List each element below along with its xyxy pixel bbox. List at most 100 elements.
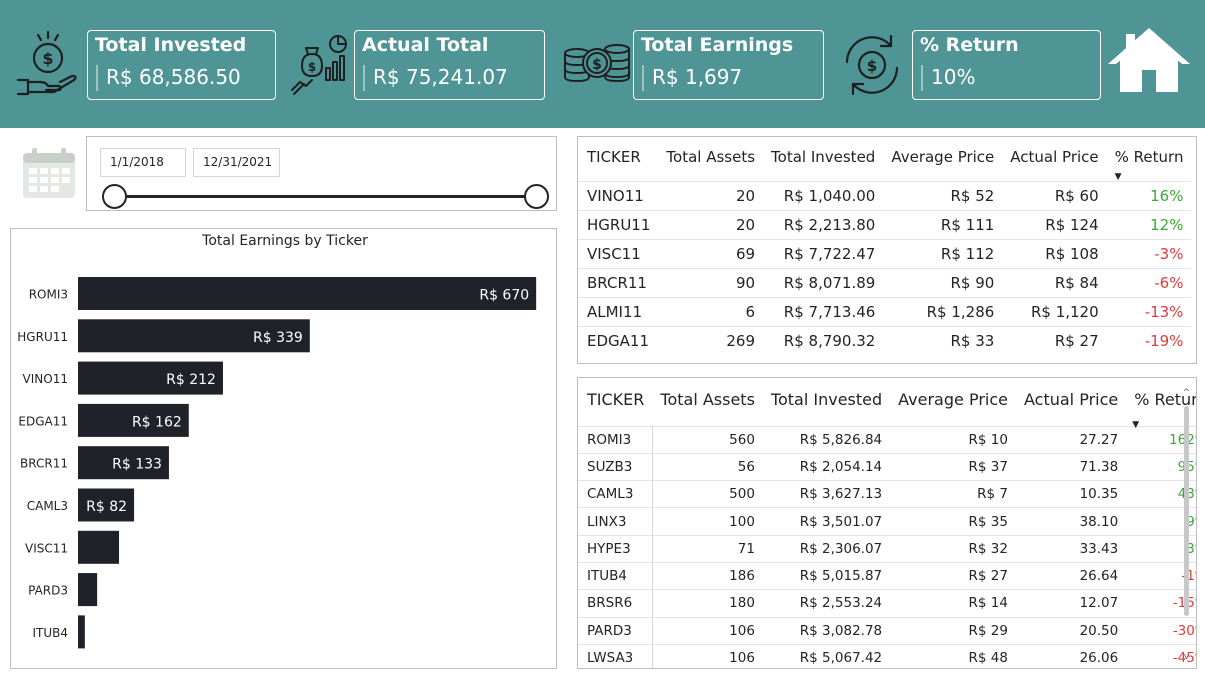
category-tick-label: HGRU11 bbox=[17, 330, 68, 344]
table-row[interactable]: SUZB356R$ 2,054.14R$ 3771.3895% bbox=[578, 452, 1196, 481]
scroll-up-icon[interactable]: ^ bbox=[1182, 388, 1191, 398]
cell-average-price: R$ 29 bbox=[890, 616, 1016, 645]
table-row[interactable]: VINO11 20 R$ 1,040.00 R$ 52 R$ 60 16% bbox=[578, 180, 1192, 210]
cell-actual-price: 26.64 bbox=[1015, 561, 1127, 590]
column-header-actual-price[interactable]: Actual Price bbox=[1016, 390, 1126, 426]
cell-total-invested: R$ 2,213.80 bbox=[763, 209, 884, 239]
table-row[interactable]: ROMI3560R$ 5,826.84R$ 1027.27162% bbox=[578, 425, 1196, 454]
cell-average-price: R$ 10 bbox=[890, 425, 1016, 454]
bar[interactable] bbox=[78, 615, 85, 649]
table-row[interactable]: ITUB4186R$ 5,015.87R$ 2726.64-1% bbox=[578, 561, 1196, 590]
scroll-down-icon[interactable]: v bbox=[1182, 652, 1191, 662]
cell-ticker: ITUB4 bbox=[578, 561, 653, 590]
bar[interactable] bbox=[78, 277, 537, 310]
cell-total-assets: 269 bbox=[658, 325, 764, 355]
cell-ticker: SUZB3 bbox=[578, 452, 653, 481]
card-title: Total Earnings bbox=[641, 34, 794, 56]
cell-total-invested: R$ 3,627.13 bbox=[762, 480, 891, 508]
cell-ticker: BRCR11 bbox=[578, 267, 659, 297]
cell-total-assets: 20 bbox=[658, 209, 764, 239]
cell-total-assets: 186 bbox=[652, 561, 763, 590]
total-invested-card: Total Invested R$ 68,586.50 bbox=[87, 30, 276, 100]
table-row[interactable]: CAML3500R$ 3,627.13R$ 710.3543% bbox=[578, 480, 1196, 508]
start-slider-handle[interactable] bbox=[102, 184, 127, 209]
column-header-ticker[interactable]: TICKER bbox=[578, 390, 652, 426]
cell-average-price: R$ 33 bbox=[883, 325, 1003, 355]
actual-total-card: Actual Total R$ 75,241.07 bbox=[354, 30, 545, 100]
cell-return: 12% bbox=[1106, 209, 1192, 239]
cell-return: -13% bbox=[1106, 296, 1192, 326]
cell-ticker: BRSR6 bbox=[578, 589, 653, 618]
table-row[interactable]: HGRU11 20 R$ 2,213.80 R$ 111 R$ 124 12% bbox=[578, 209, 1192, 239]
cell-total-assets: 500 bbox=[652, 480, 763, 508]
category-tick-label: PARD3 bbox=[28, 584, 68, 598]
card-divider bbox=[921, 65, 923, 91]
table-row[interactable]: ALMI11 6 R$ 7,713.46 R$ 1,286 R$ 1,120 -13% bbox=[578, 296, 1192, 326]
table-row[interactable]: EDGA11 269 R$ 8,790.32 R$ 33 R$ 27 -19% bbox=[578, 325, 1192, 355]
table-row[interactable]: LWSA3106R$ 5,067.42R$ 4826.06-45% bbox=[578, 643, 1196, 668]
bar[interactable] bbox=[78, 573, 98, 607]
table-scrollbar[interactable]: ^ v bbox=[1182, 388, 1191, 662]
coin-stack-icon: $ bbox=[563, 37, 631, 85]
cell-return: 16% bbox=[1106, 180, 1192, 210]
cell-actual-price: R$ 124 bbox=[1002, 209, 1107, 239]
bar-data-label: R$ 162 bbox=[132, 414, 182, 430]
home-icon[interactable] bbox=[1106, 26, 1192, 98]
cell-total-assets: 106 bbox=[652, 643, 763, 668]
column-header-total-invested[interactable]: Total Invested bbox=[763, 147, 883, 181]
table-row[interactable]: BRSR6180R$ 2,553.24R$ 1412.07-15% bbox=[578, 589, 1196, 618]
table-row[interactable]: HYPE371R$ 2,306.07R$ 3233.433% bbox=[578, 534, 1196, 563]
date-slider-track[interactable] bbox=[114, 195, 536, 198]
end-slider-handle[interactable] bbox=[524, 184, 549, 209]
money-cycle-icon: $ bbox=[839, 32, 905, 98]
cell-ticker: EDGA11 bbox=[578, 325, 659, 355]
column-header-total-assets[interactable]: Total Assets bbox=[658, 147, 763, 181]
table-row[interactable]: PARD3106R$ 3,082.78R$ 2920.50-30% bbox=[578, 616, 1196, 645]
card-value: R$ 1,697 bbox=[652, 65, 743, 89]
cell-total-assets: 180 bbox=[652, 589, 763, 618]
column-header-actual-price[interactable]: Actual Price bbox=[1002, 147, 1106, 181]
card-title: Total Invested bbox=[95, 34, 247, 56]
cell-total-assets: 20 bbox=[658, 180, 764, 210]
calendar-icon bbox=[22, 147, 76, 203]
cell-total-assets: 56 bbox=[652, 452, 763, 481]
card-value: 10% bbox=[931, 65, 976, 89]
sort-descending-icon: ▼ bbox=[1132, 419, 1140, 430]
table-row[interactable]: BRCR11 90 R$ 8,071.89 R$ 90 R$ 84 -6% bbox=[578, 267, 1192, 297]
cell-return: -19% bbox=[1106, 325, 1192, 355]
cell-actual-price: R$ 108 bbox=[1002, 238, 1107, 268]
cell-total-invested: R$ 2,306.07 bbox=[762, 534, 891, 563]
table-header-row: TICKER Total Assets Total Invested Avera… bbox=[578, 390, 1196, 430]
column-header-return[interactable]: % Return ▼ bbox=[1107, 147, 1192, 182]
column-header-total-assets[interactable]: Total Assets bbox=[652, 390, 763, 426]
bar[interactable] bbox=[78, 530, 120, 564]
category-tick-label: BRCR11 bbox=[20, 457, 68, 471]
cell-actual-price: 12.07 bbox=[1015, 589, 1127, 618]
end-date-input[interactable]: 12/31/2021 bbox=[193, 148, 280, 177]
table-row[interactable]: LINX3100R$ 3,501.07R$ 3538.109% bbox=[578, 507, 1196, 536]
table-row[interactable]: VISC11 69 R$ 7,722.47 R$ 112 R$ 108 -3% bbox=[578, 238, 1192, 268]
cell-average-price: R$ 52 bbox=[883, 180, 1003, 210]
category-tick-label: EDGA11 bbox=[18, 414, 68, 428]
cell-return: -3% bbox=[1106, 238, 1192, 268]
fii-table: TICKER Total Assets Total Invested Avera… bbox=[577, 136, 1197, 364]
cell-ticker: VINO11 bbox=[578, 180, 659, 210]
cell-average-price: R$ 111 bbox=[883, 209, 1003, 239]
start-date-input[interactable]: 1/1/2018 bbox=[100, 148, 186, 177]
cell-total-assets: 100 bbox=[652, 507, 763, 536]
cell-average-price: R$ 48 bbox=[890, 643, 1016, 668]
column-header-average-price[interactable]: Average Price bbox=[883, 147, 1002, 181]
cell-average-price: R$ 27 bbox=[890, 561, 1016, 590]
cell-total-invested: R$ 2,054.14 bbox=[762, 452, 891, 481]
column-header-ticker[interactable]: TICKER bbox=[578, 147, 658, 181]
earnings-chart: Total Earnings by Ticker ROMI3 R$ 670 HGRU… bbox=[10, 228, 557, 669]
category-tick-label: VISC11 bbox=[25, 541, 68, 555]
column-header-average-price[interactable]: Average Price bbox=[890, 390, 1016, 426]
category-tick-label: VINO11 bbox=[23, 372, 68, 386]
cell-total-invested: R$ 2,553.24 bbox=[762, 589, 891, 618]
scrollbar-thumb[interactable] bbox=[1184, 406, 1189, 616]
svg-text:$: $ bbox=[592, 57, 602, 73]
column-header-label: % Return bbox=[1114, 148, 1184, 166]
column-header-total-invested[interactable]: Total Invested bbox=[763, 390, 890, 426]
cell-actual-price: 26.06 bbox=[1015, 643, 1127, 668]
